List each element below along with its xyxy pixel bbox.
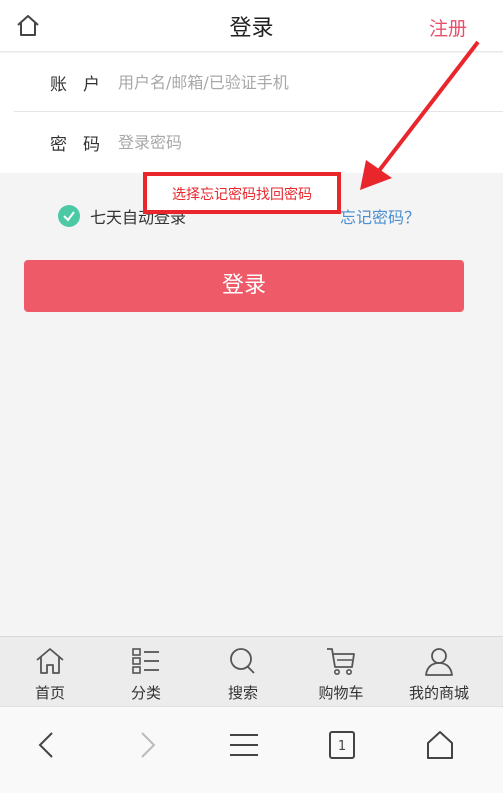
register-link[interactable]: 注册 <box>429 14 467 41</box>
password-input[interactable] <box>118 127 478 157</box>
search-icon <box>230 648 255 674</box>
home-icon <box>36 648 64 674</box>
annotation-callout: 选择忘记密码找回密码 <box>143 172 341 214</box>
tab-label: 首页 <box>34 684 65 702</box>
account-row: 账户 <box>14 53 503 112</box>
tab-label: 搜索 <box>227 684 258 702</box>
tab-my-mall[interactable]: 我的商城 <box>389 637 489 707</box>
tab-home[interactable]: 首页 <box>0 637 100 707</box>
back-icon[interactable] <box>28 725 68 765</box>
tabs-icon[interactable]: 1 <box>322 725 362 765</box>
browser-toolbar: 1 <box>0 706 503 793</box>
tab-label: 购物车 <box>318 684 364 702</box>
tab-label: 分类 <box>130 684 161 702</box>
check-icon <box>58 205 80 227</box>
login-form: 账户 密码 <box>0 53 503 173</box>
header: 登录 注册 <box>0 0 503 52</box>
user-icon <box>425 648 453 676</box>
menu-icon[interactable] <box>224 725 264 765</box>
account-label: 账户 <box>50 75 116 95</box>
cart-icon <box>327 648 355 675</box>
tab-category[interactable]: 分类 <box>96 637 196 707</box>
password-row: 密码 <box>14 113 503 172</box>
page-title: 登录 <box>229 16 274 41</box>
login-button[interactable]: 登录 <box>24 260 464 312</box>
tab-count: 1 <box>338 739 346 754</box>
browser-home-icon[interactable] <box>420 725 460 765</box>
annotation-text: 选择忘记密码找回密码 <box>172 187 312 203</box>
forgot-password-link[interactable]: 忘记密码？ <box>340 204 420 228</box>
bottom-tab-bar: 首页 分类 搜索 购物车 我的商城 <box>0 636 503 706</box>
tab-search[interactable]: 搜索 <box>193 637 293 707</box>
category-icon <box>132 648 159 674</box>
account-input[interactable] <box>118 67 478 97</box>
forward-icon[interactable] <box>126 725 166 765</box>
tab-label: 我的商城 <box>408 684 469 702</box>
tab-cart[interactable]: 购物车 <box>291 637 391 707</box>
password-label: 密码 <box>50 135 116 155</box>
